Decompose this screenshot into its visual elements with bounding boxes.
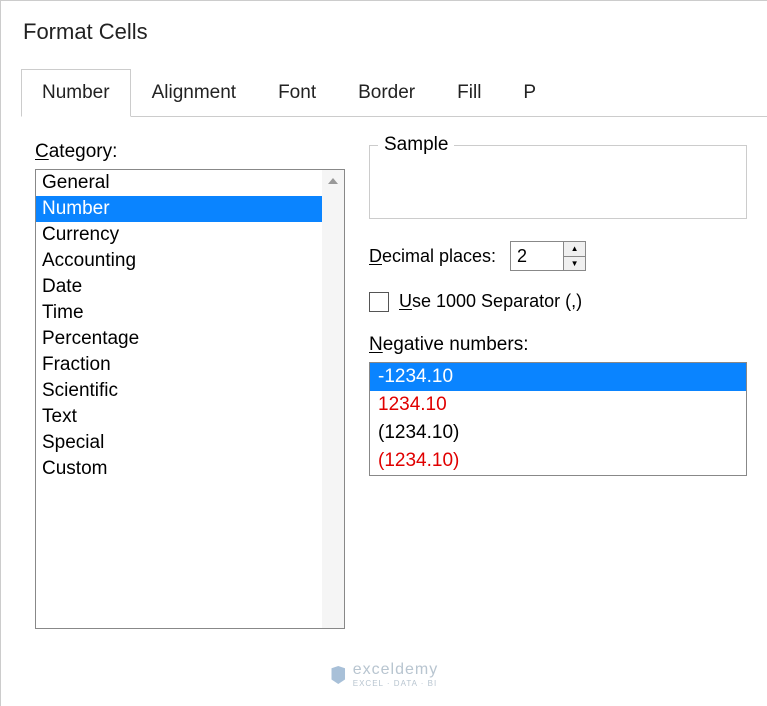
list-item[interactable]: Currency <box>36 222 344 248</box>
tab-p[interactable]: P <box>502 69 557 116</box>
watermark: exceldemy EXCEL · DATA · BI <box>329 661 438 688</box>
options-column: Sample Decimal places: ▲ ▼ Use 1000 Sep <box>369 141 747 629</box>
list-item[interactable]: Text <box>36 404 344 430</box>
spinner: ▲ ▼ <box>563 242 585 270</box>
negative-numbers-label: Negative numbers: <box>369 334 747 356</box>
tab-alignment[interactable]: Alignment <box>131 69 258 116</box>
negative-numbers-listbox[interactable]: -1234.101234.10(1234.10)(1234.10) <box>369 362 747 476</box>
decimal-places-input[interactable] <box>511 242 563 270</box>
tab-border[interactable]: Border <box>337 69 436 116</box>
spinner-down-button[interactable]: ▼ <box>564 257 585 271</box>
scroll-up-icon[interactable] <box>322 170 344 192</box>
tab-font[interactable]: Font <box>257 69 337 116</box>
tab-number[interactable]: Number <box>21 69 131 117</box>
thousand-separator-label: Use 1000 Separator (,) <box>399 291 582 312</box>
decimal-places-stepper[interactable]: ▲ ▼ <box>510 241 586 271</box>
list-item[interactable]: Time <box>36 300 344 326</box>
tab-fill[interactable]: Fill <box>436 69 502 116</box>
decimal-places-row: Decimal places: ▲ ▼ <box>369 241 747 271</box>
list-item[interactable]: General <box>36 170 344 196</box>
thousand-separator-checkbox[interactable] <box>369 292 389 312</box>
list-item[interactable]: 1234.10 <box>370 391 746 419</box>
list-item[interactable]: -1234.10 <box>370 363 746 391</box>
list-item[interactable]: Custom <box>36 456 344 482</box>
decimal-places-label: Decimal places: <box>369 246 496 267</box>
dialog-title: Format Cells <box>1 1 767 69</box>
thousand-separator-row: Use 1000 Separator (,) <box>369 291 747 312</box>
sample-legend: Sample <box>378 134 454 156</box>
format-cells-dialog: Format Cells NumberAlignmentFontBorderFi… <box>0 0 767 706</box>
list-item[interactable]: Percentage <box>36 326 344 352</box>
list-item[interactable]: (1234.10) <box>370 419 746 447</box>
list-item[interactable]: Special <box>36 430 344 456</box>
sample-groupbox: Sample <box>369 145 747 219</box>
tab-strip: NumberAlignmentFontBorderFillP <box>21 69 767 117</box>
list-item[interactable]: Scientific <box>36 378 344 404</box>
list-item[interactable]: Date <box>36 274 344 300</box>
category-label: Category: <box>35 141 345 163</box>
dialog-content: Category: GeneralNumberCurrencyAccountin… <box>1 117 767 629</box>
list-item[interactable]: Number <box>36 196 344 222</box>
category-listbox[interactable]: GeneralNumberCurrencyAccountingDateTimeP… <box>35 169 345 629</box>
watermark-icon <box>329 666 347 684</box>
list-item[interactable]: (1234.10) <box>370 447 746 475</box>
spinner-up-button[interactable]: ▲ <box>564 242 585 257</box>
category-scrollbar[interactable] <box>322 170 344 628</box>
list-item[interactable]: Accounting <box>36 248 344 274</box>
list-item[interactable]: Fraction <box>36 352 344 378</box>
category-column: Category: GeneralNumberCurrencyAccountin… <box>35 141 345 629</box>
negative-numbers-section: Negative numbers: -1234.101234.10(1234.1… <box>369 334 747 476</box>
